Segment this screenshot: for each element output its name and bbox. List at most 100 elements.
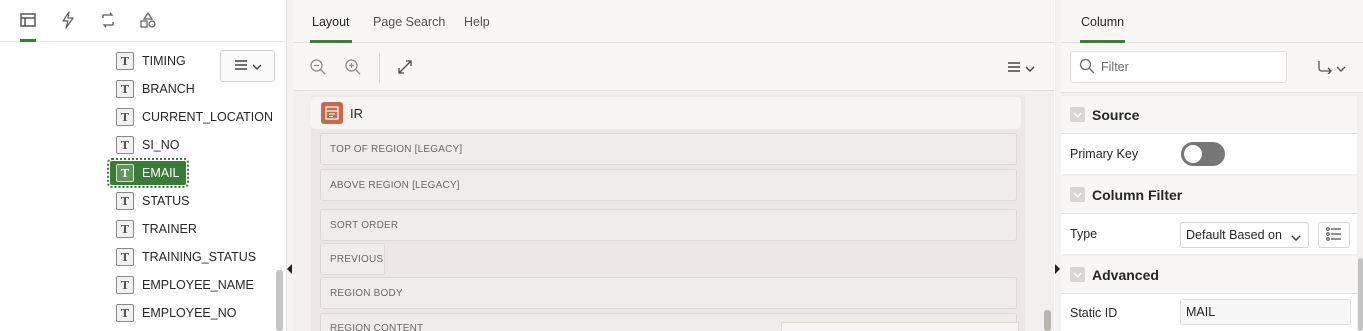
text-column-icon: T [116,220,134,238]
processing-tab[interactable] [90,0,126,42]
refresh-loop-icon [99,11,117,32]
dynamic-actions-tab[interactable] [50,0,86,42]
group-header-column-filter[interactable]: Column Filter [1061,176,1357,214]
rendering-tab[interactable] [10,0,46,42]
primary-key-toggle[interactable] [1181,142,1225,166]
slot-top-of-region[interactable]: TOP OF REGION [LEGACY] [320,133,1017,165]
tree-item-label: TRAINING_STATUS [142,250,257,264]
tab-layout[interactable]: Layout [310,0,352,43]
region-header[interactable]: IR [311,97,1021,129]
static-id-field[interactable]: MAIL [1180,299,1351,325]
text-column-icon: T [116,304,134,322]
tree-item-label: TRAINER [142,222,197,236]
prop-primary-key: Primary Key [1061,134,1357,174]
layout-toolbar [293,43,1054,91]
type-select[interactable]: Default Based on [1180,222,1309,248]
filter-input[interactable] [1101,60,1271,74]
layout-menu-button[interactable] [1001,55,1041,81]
tree-item-status[interactable]: T STATUS [110,189,195,213]
slot-label: ABOVE REGION [LEGACY] [330,179,460,191]
search-icon [1079,58,1095,77]
text-column-icon: T [116,248,134,266]
center-scrollbar[interactable] [1044,310,1051,331]
group-title: Advanced [1092,266,1159,283]
group-column-filter: Column Filter Type Default Based on [1061,176,1357,254]
lightning-icon [59,10,77,32]
region-content-placeholder [781,322,1019,331]
expand-icon [397,59,413,78]
slot-previous[interactable]: PREVIOUS [320,243,385,275]
tree-item-employee-no[interactable]: T EMPLOYEE_NO [110,301,242,325]
group-source: Source Primary Key [1061,96,1357,174]
group-advanced: Advanced Static ID MAIL [1061,256,1357,331]
center-pane: Layout Page Search Help IR TOP OF REGION… [293,0,1054,331]
slot-region-content[interactable]: REGION CONTENT [320,313,1019,331]
tree-item-employee-name[interactable]: T EMPLOYEE_NAME [110,273,260,297]
toggle-knob [1184,145,1202,163]
tree-item-label: EMPLOYEE_NAME [142,278,254,292]
slot-label: REGION CONTENT [330,323,424,331]
region-title: IR [350,105,363,121]
select-value: Default Based on [1186,228,1282,242]
left-scrollbar[interactable] [276,270,283,331]
toolbar-divider [379,53,380,83]
tab-help[interactable]: Help [464,0,490,43]
center-tab-bar: Layout Page Search Help [293,0,1054,43]
slot-label: SORT ORDER [330,219,399,231]
property-scrollbar[interactable] [1358,258,1363,331]
tree-item-label: SI_NO [142,138,180,152]
zoom-out-button[interactable] [305,55,331,81]
tree-menu-button[interactable] [220,50,275,82]
zoom-out-icon [309,58,327,79]
chevron-down-icon [1070,267,1085,282]
text-column-icon: T [116,52,134,70]
tree-item-label: TIMING [142,54,186,68]
slot-label: PREVIOUS [330,253,384,265]
go-to-group-button[interactable] [1311,55,1351,81]
shapes-icon [139,11,157,32]
type-list-button[interactable] [1318,222,1350,248]
tab-label: Column [1081,14,1125,29]
filter-field[interactable] [1070,51,1287,83]
expand-button[interactable] [392,55,418,81]
property-editor: Column Source Primary Key [1061,0,1363,331]
page-layout-icon [19,11,37,32]
tree-item-timing[interactable]: T TIMING [110,49,192,73]
hamburger-menu-icon [234,59,248,74]
chevron-down-icon [1291,231,1301,245]
zoom-in-button[interactable] [340,55,366,81]
collapse-right-icon[interactable] [1055,264,1060,274]
prop-label: Type [1070,227,1098,241]
slot-region-body[interactable]: REGION BODY [320,277,1017,309]
tree-item-email[interactable]: T EMAIL [107,158,189,188]
tree-item-si-no[interactable]: T SI_NO [110,133,186,157]
prop-label: Primary Key [1070,147,1139,161]
collapse-left-icon[interactable] [287,264,292,274]
property-tab-bar: Column [1061,0,1363,43]
interactive-report-icon [321,102,343,124]
property-filter-bar [1061,43,1363,93]
tree-item-training-status[interactable]: T TRAINING_STATUS [110,245,262,269]
text-column-icon: T [116,108,134,126]
group-title: Column Filter [1092,186,1183,203]
slot-above-region[interactable]: ABOVE REGION [LEGACY] [320,169,1017,201]
slot-sort-order[interactable]: SORT ORDER [320,209,1017,241]
group-header-source[interactable]: Source [1061,96,1357,134]
chevron-down-icon [252,59,262,74]
tab-column[interactable]: Column [1079,0,1126,43]
shared-components-tab[interactable] [130,0,166,42]
text-column-icon: T [116,136,134,154]
prop-label: Static ID [1070,305,1118,320]
tree-item-trainer[interactable]: T TRAINER [110,217,203,241]
prop-static-id: Static ID MAIL [1061,294,1357,331]
tree-item-current-location[interactable]: T CURRENT_LOCATION [110,105,279,129]
chevron-down-icon [1070,187,1085,202]
prop-type: Type Default Based on [1061,214,1357,254]
group-header-advanced[interactable]: Advanced [1061,256,1357,294]
text-column-icon: T [116,80,134,98]
left-tab-bar [0,0,287,42]
tab-page-search[interactable]: Page Search [373,0,445,43]
field-value: MAIL [1186,305,1216,319]
chevron-down-icon [1336,61,1346,76]
tree-item-branch[interactable]: T BRANCH [110,77,201,101]
